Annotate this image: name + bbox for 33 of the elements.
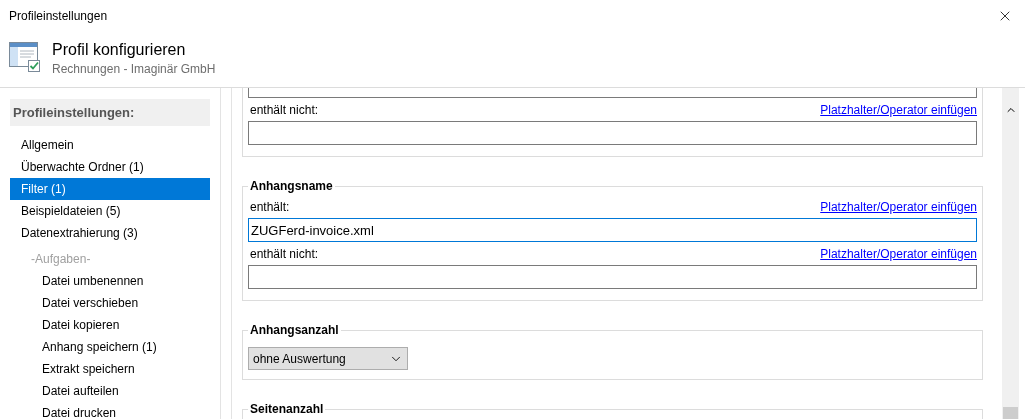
text-field[interactable]: [248, 265, 977, 289]
sidebar-item[interactable]: Datenextrahierung (3): [10, 222, 210, 244]
sidebar-item[interactable]: Datei verschieben: [10, 292, 210, 314]
sidebar-item[interactable]: Datei aufteilen: [10, 380, 210, 402]
sidebar-item[interactable]: Datei kopieren: [10, 314, 210, 336]
sidebar-item[interactable]: Filter (1): [10, 178, 210, 200]
field-label: enthält:: [249, 199, 290, 216]
sidebar-item[interactable]: Anhang speichern (1): [10, 336, 210, 358]
group-title: Anhangsanzahl: [248, 323, 341, 337]
dropdown[interactable]: ohne Auswertung: [248, 347, 408, 370]
text-field[interactable]: ZUGFerd-invoice.xml: [248, 218, 977, 242]
sidebar-item[interactable]: Beispieldateien (5): [10, 200, 210, 222]
settings-window-icon: [9, 40, 41, 72]
section-label: -Aufgaben-: [30, 251, 92, 268]
group-title: Seitenanzahl: [248, 402, 326, 416]
header-subtitle: Rechnungen - Imaginär GmbH: [52, 61, 216, 78]
field-label: enthält nicht:: [249, 246, 319, 263]
scrollbar-thumb[interactable]: [1003, 407, 1018, 419]
sidebar-item[interactable]: Extrakt speichern: [10, 358, 210, 380]
placeholder-link[interactable]: Platzhalter/Operator einfügen: [820, 198, 977, 216]
window-title: Profileinstellungen: [9, 8, 108, 25]
field-label: enthält nicht:: [249, 102, 319, 119]
text-field[interactable]: [248, 121, 977, 145]
placeholder-link[interactable]: Platzhalter/Operator einfügen: [820, 245, 977, 263]
placeholder-link[interactable]: Platzhalter/Operator einfügen: [820, 101, 977, 119]
sidebar-item[interactable]: Überwachte Ordner (1): [10, 156, 210, 178]
sidebar-item[interactable]: Datei drucken: [10, 402, 210, 419]
group-title: Anhangsname: [248, 179, 335, 193]
sidebar-heading: Profileinstellungen:: [10, 99, 210, 126]
sidebar-item[interactable]: Allgemein: [10, 134, 210, 156]
sidebar-item[interactable]: Datei umbenennen: [10, 270, 210, 292]
header-title: Profil konfigurieren: [52, 40, 187, 60]
scrollbar[interactable]: [1002, 88, 1019, 419]
